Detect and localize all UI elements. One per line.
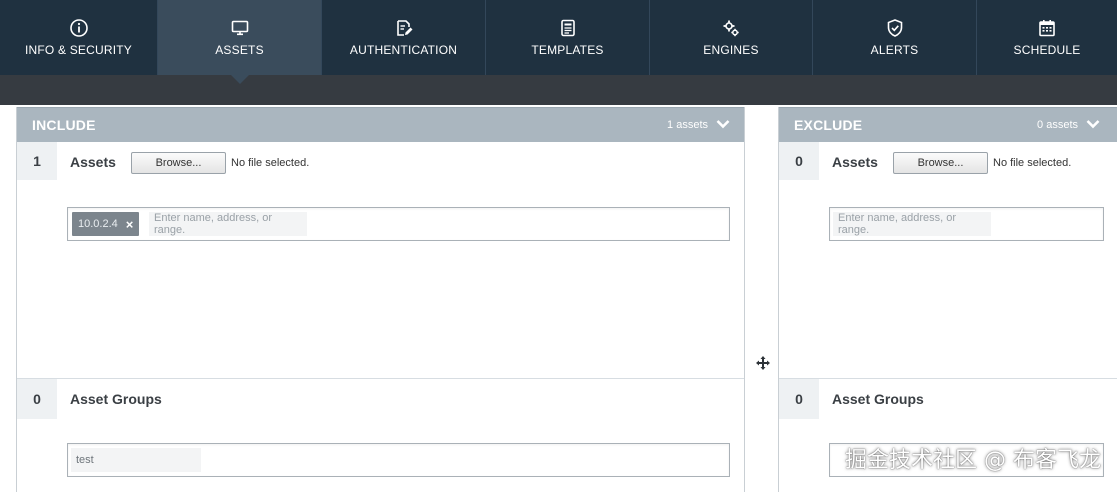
tab-schedule[interactable]: SCHEDULE [977, 0, 1117, 75]
tab-info-security[interactable]: INFO & SECURITY [0, 0, 158, 75]
include-file-status: No file selected. [231, 157, 310, 169]
include-browse-button[interactable]: Browse... [131, 152, 226, 174]
exclude-file-status: No file selected. [993, 157, 1072, 169]
exclude-panel: EXCLUDE 0 assets 0 Assets Browse... No f… [778, 107, 1117, 492]
active-tab-caret [230, 75, 249, 84]
tab-label: INFO & SECURITY [24, 43, 132, 57]
include-assets-label: Assets [70, 154, 116, 170]
exclude-count-label: 0 assets [1037, 119, 1078, 131]
chevron-down-icon[interactable] [716, 119, 730, 132]
monitor-icon [229, 17, 251, 39]
asset-token-label: 10.0.2.4 [78, 218, 118, 230]
info-circle-icon [68, 17, 90, 39]
exclude-assets-section: 0 Assets Browse... No file selected. Ent… [779, 142, 1117, 379]
remove-token-icon[interactable]: × [126, 217, 134, 232]
include-title: INCLUDE [32, 117, 96, 133]
top-navigation: INFO & SECURITY ASSETS AUTHENTICATION TE… [0, 0, 1117, 84]
include-panel-header[interactable]: INCLUDE 1 assets [17, 107, 744, 142]
calendar-icon [1036, 17, 1058, 39]
include-asset-groups-section: 0 Asset Groups test [17, 379, 744, 492]
exclude-assets-count: 0 [779, 142, 819, 180]
tab-alerts[interactable]: ALERTS [813, 0, 977, 75]
include-count-label: 1 assets [667, 119, 708, 131]
exclude-count: 0 assets [1037, 119, 1100, 132]
gears-icon [720, 17, 742, 39]
exclude-groups-count: 0 [779, 379, 819, 419]
include-groups-value[interactable]: test [71, 448, 201, 472]
include-groups-input[interactable]: test [67, 443, 730, 477]
tab-authentication[interactable]: AUTHENTICATION [322, 0, 486, 75]
tab-label: ENGINES [703, 43, 759, 57]
app-root: INFO & SECURITY ASSETS AUTHENTICATION TE… [0, 0, 1117, 492]
exclude-groups-label: Asset Groups [832, 391, 924, 407]
include-groups-label: Asset Groups [70, 391, 162, 407]
watermark-text: 掘金技术社区 @ 布客飞龙 [845, 448, 1101, 473]
exclude-assets-label: Assets [832, 154, 878, 170]
tab-assets[interactable]: ASSETS [158, 0, 322, 84]
include-assets-section: 1 Assets Browse... No file selected. 10.… [17, 142, 744, 379]
chevron-down-icon[interactable] [1086, 119, 1100, 132]
include-panel: INCLUDE 1 assets 1 Assets Browse... No f… [16, 107, 745, 492]
move-arrows-icon[interactable] [755, 355, 771, 371]
tab-label: ASSETS [215, 43, 264, 57]
asset-token: 10.0.2.4 × [72, 212, 140, 236]
exclude-panel-header[interactable]: EXCLUDE 0 assets [779, 107, 1117, 142]
include-groups-count: 0 [17, 379, 57, 419]
tab-templates[interactable]: TEMPLATES [486, 0, 650, 75]
tab-label: TEMPLATES [531, 43, 604, 57]
tab-label: AUTHENTICATION [349, 43, 458, 57]
include-count: 1 assets [667, 119, 730, 132]
exclude-title: EXCLUDE [794, 117, 863, 133]
exclude-assets-placeholder[interactable]: Enter name, address, or range. [833, 212, 991, 236]
exclude-assets-input[interactable]: Enter name, address, or range. [829, 207, 1104, 241]
shield-check-icon [884, 17, 906, 39]
exclude-asset-groups-section: 0 Asset Groups [779, 379, 1117, 492]
exclude-browse-button[interactable]: Browse... [893, 152, 988, 174]
include-assets-placeholder[interactable]: Enter name, address, or range. [149, 212, 307, 236]
include-assets-input[interactable]: 10.0.2.4 × Enter name, address, or range… [67, 207, 730, 241]
tab-label: ALERTS [870, 43, 919, 57]
edit-document-icon [393, 17, 415, 39]
sub-toolbar [0, 75, 1117, 105]
template-list-icon [557, 17, 579, 39]
tab-engines[interactable]: ENGINES [650, 0, 813, 75]
tab-label: SCHEDULE [1013, 43, 1081, 57]
include-assets-count: 1 [17, 142, 57, 180]
